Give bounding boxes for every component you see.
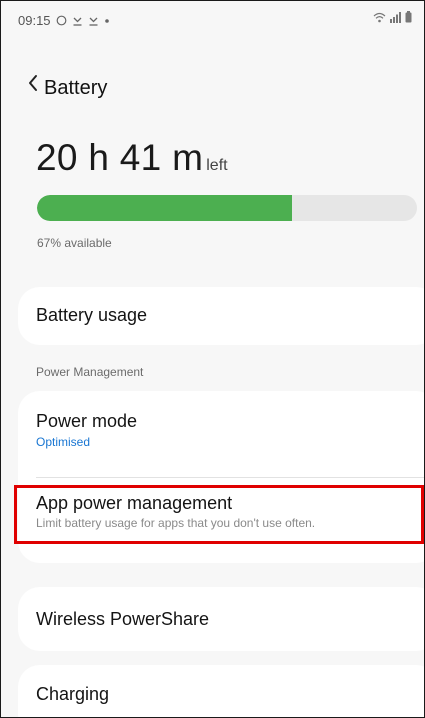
download-icon [88, 15, 99, 27]
download-icon [72, 15, 83, 27]
charging-label: Charging [36, 684, 110, 704]
status-left: 09:15 [18, 13, 110, 28]
page-title: Battery [44, 77, 108, 99]
phone-screen: 09:15 Battery 20 h 41 m left 67% availab… [0, 0, 425, 718]
status-time: 09:15 [18, 13, 51, 28]
chevron-left-icon [27, 74, 39, 97]
divider [36, 477, 424, 478]
battery-level-fill [37, 195, 292, 221]
charging-item[interactable]: Charging [18, 665, 424, 717]
power-mode-item[interactable]: Power mode Optimised [36, 411, 137, 449]
time-remaining-suffix: left [206, 157, 228, 174]
time-remaining-value: 20 h 41 m [36, 137, 204, 178]
signal-icon [390, 12, 401, 23]
battery-icon [405, 11, 412, 23]
wireless-powershare-label: Wireless PowerShare [36, 609, 210, 629]
wifi-icon [373, 12, 386, 23]
power-mode-value: Optimised [36, 435, 91, 449]
battery-usage-item[interactable]: Battery usage [18, 287, 424, 345]
highlight-box [14, 485, 424, 544]
dot-icon [104, 18, 110, 24]
header: Battery [1, 61, 424, 111]
battery-time-remaining: 20 h 41 m left [36, 137, 228, 179]
battery-available-text: 67% available [37, 236, 112, 250]
status-bar: 09:15 [1, 1, 424, 41]
section-label-power-management: Power Management [36, 365, 144, 379]
circle-outline-icon [56, 15, 67, 26]
power-mode-label: Power mode [36, 411, 138, 431]
status-right [373, 11, 412, 23]
battery-level-bar [37, 195, 417, 221]
battery-usage-label: Battery usage [36, 305, 148, 325]
wireless-powershare-item[interactable]: Wireless PowerShare [18, 587, 424, 651]
